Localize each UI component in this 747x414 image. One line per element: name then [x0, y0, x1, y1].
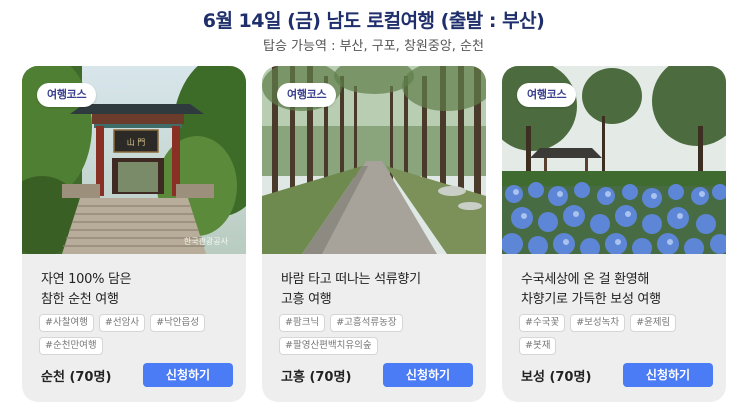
hashtag: #사찰여행 — [39, 314, 94, 332]
description-line: 차향기로 가득한 보성 여행 — [521, 292, 661, 307]
course-badge: 여행코스 — [37, 83, 97, 107]
destination-capacity: 보성 (70명) — [521, 370, 592, 385]
hashtag: #낙안읍성 — [150, 314, 206, 332]
description-line: 수국세상에 온 걸 환영해 — [521, 272, 650, 287]
hashtag: #선암사 — [98, 314, 146, 332]
course-description: 수국세상에 온 걸 환영해 차향기로 가득한 보성 여행 — [521, 270, 711, 310]
course-badge: 여행코스 — [517, 83, 577, 107]
boarding-stations: 탑승 가능역 : 부산, 구포, 창원중앙, 순천 — [263, 39, 484, 54]
hashtag: #윤제림 — [630, 314, 677, 332]
hashtag: #봇재 — [519, 337, 557, 355]
destination-capacity: 고흥 (70명) — [281, 370, 352, 385]
hashtag: #수국꽃 — [519, 314, 566, 332]
apply-button[interactable]: 신청하기 — [623, 363, 713, 387]
tag-list: #사찰여행 #선암사 #낙안읍성 #순천만여행 — [39, 314, 234, 355]
tag-list: #팜크닉 #고흥석류농장 #팔영산편백치유의숲 — [279, 314, 474, 355]
description-line: 바람 타고 떠나는 석류향기 — [281, 272, 421, 287]
course-description: 자연 100% 담은 참한 순천 여행 — [41, 270, 231, 310]
course-card-boseong[interactable]: 여행코스 수국세상에 온 걸 환영해 차향기로 가득한 보성 여행 #수국꽃 #… — [502, 66, 726, 402]
svg-text:山 門: 山 門 — [127, 137, 146, 147]
page-title: 6월 14일 (금) 남도 로컬여행 (출발 : 부산) — [202, 10, 545, 32]
tag-list: #수국꽃 #보성녹차 #윤제림 #봇재 — [519, 314, 714, 355]
description-line: 참한 순천 여행 — [41, 292, 119, 307]
course-card-goheung[interactable]: 여행코스 바람 타고 떠나는 석류향기 고흥 여행 #팜크닉 #고흥석류농장 #… — [262, 66, 486, 402]
apply-button[interactable]: 신청하기 — [143, 363, 233, 387]
course-description: 바람 타고 떠나는 석류향기 고흥 여행 — [281, 270, 471, 310]
hashtag: #보성녹차 — [570, 314, 626, 332]
description-line: 고흥 여행 — [281, 292, 332, 307]
description-line: 자연 100% 담은 — [41, 272, 132, 287]
course-card-suncheon[interactable]: 山 門 한국관광공사 여행코스 자연 100% 담은 참한 순천 여행 #사찰여… — [22, 66, 246, 402]
hashtag: #팜크닉 — [279, 314, 326, 332]
hashtag: #고흥석류농장 — [330, 314, 403, 332]
destination-capacity: 순천 (70명) — [41, 370, 112, 385]
apply-button[interactable]: 신청하기 — [383, 363, 473, 387]
hashtag: #순천만여행 — [39, 337, 103, 355]
photo-watermark: 한국관광공사 — [184, 236, 229, 246]
hashtag: #팔영산편백치유의숲 — [279, 337, 378, 355]
course-badge: 여행코스 — [277, 83, 337, 107]
